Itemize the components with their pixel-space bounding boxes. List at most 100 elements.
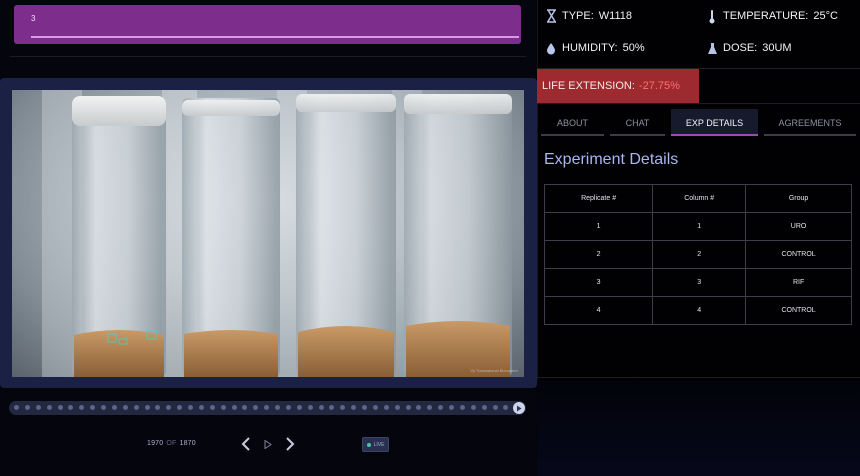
type-label: TYPE:	[562, 10, 594, 22]
details-panel: TYPE: W1118 TEMPERATURE: 25°C HUMIDITY: …	[537, 0, 860, 476]
dose-stat: DOSE: 30UM	[706, 41, 792, 55]
next-frame-button[interactable]	[280, 434, 300, 454]
timeline-dot[interactable]	[481, 405, 487, 410]
timeline-dot[interactable]	[46, 405, 52, 410]
table-cell: 4	[543, 296, 654, 325]
table-header-row: Replicate # Column # Group	[543, 184, 852, 213]
play-button[interactable]	[258, 434, 278, 454]
table-cell: 4	[652, 296, 747, 325]
timeline-dot[interactable]	[264, 405, 270, 410]
timeline-dot[interactable]	[394, 405, 400, 410]
table-cell: CONTROL	[745, 296, 852, 325]
table-row: 4 4 CONTROL	[543, 296, 852, 325]
timeline-dot[interactable]	[285, 405, 291, 410]
timeline-dot[interactable]	[275, 405, 280, 410]
table-row: 1 1 URO	[543, 212, 852, 241]
flask-icon	[706, 41, 718, 55]
table-row: 2 2 CONTROL	[543, 240, 852, 269]
timeline-dot[interactable]	[231, 405, 237, 410]
timeline-dot[interactable]	[57, 405, 63, 410]
tab-exp-details[interactable]: EXP DETAILS	[671, 109, 758, 136]
video-frame[interactable]: Vy Translational Biomarker	[12, 90, 524, 377]
table-cell: 3	[543, 268, 654, 297]
chevron-left-icon	[241, 437, 250, 451]
timeline-dot[interactable]	[35, 405, 41, 410]
tab-chat[interactable]: CHAT	[610, 109, 665, 136]
timeline-dot[interactable]	[503, 405, 509, 410]
temperature-value: 25°C	[813, 10, 838, 22]
tab-underline	[764, 134, 856, 136]
type-stat: TYPE: W1118	[545, 9, 632, 23]
timeline-dots	[14, 405, 509, 411]
life-extension-badge: LIFE EXTENSION: -27.75%	[537, 69, 699, 103]
timeline-dot[interactable]	[220, 405, 226, 410]
vials-image	[12, 90, 524, 377]
timeline-dot[interactable]	[198, 405, 204, 410]
timeline-dot[interactable]	[144, 405, 150, 410]
timeline-dot[interactable]	[111, 405, 117, 410]
timeline-dot[interactable]	[90, 405, 96, 410]
timeline-dot[interactable]	[372, 405, 378, 410]
timeline-dot[interactable]	[253, 405, 259, 410]
timeline-dot[interactable]	[383, 405, 389, 410]
experiment-table: Replicate # Column # Group 1 1 URO 2 2 C…	[543, 184, 852, 325]
timeline-dot[interactable]	[68, 405, 74, 410]
timeline-scrubber[interactable]	[9, 401, 526, 415]
timeline-dot[interactable]	[155, 405, 161, 410]
replicate-slider-track[interactable]	[31, 36, 519, 38]
play-icon	[264, 439, 272, 449]
timeline-dot[interactable]	[24, 405, 30, 410]
timeline-dot[interactable]	[242, 405, 248, 410]
previous-frame-button[interactable]	[236, 434, 256, 454]
column-header: Group	[745, 184, 852, 213]
timeline-dot[interactable]	[307, 405, 313, 410]
timeline-dot[interactable]	[438, 405, 444, 410]
table-cell: CONTROL	[745, 240, 852, 269]
timeline-dot[interactable]	[122, 405, 128, 410]
live-button[interactable]: LIVE	[362, 437, 389, 452]
timeline-dot[interactable]	[296, 405, 302, 410]
timeline-dot[interactable]	[362, 405, 367, 410]
timeline-dot[interactable]	[177, 405, 183, 410]
timeline-dot[interactable]	[166, 405, 172, 410]
humidity-label: HUMIDITY:	[562, 42, 618, 54]
timeline-play-button[interactable]	[513, 402, 525, 414]
timeline-dot[interactable]	[351, 405, 357, 410]
timeline-dot[interactable]	[449, 405, 454, 410]
timeline-dot[interactable]	[318, 405, 324, 410]
table-cell: 3	[652, 268, 747, 297]
timeline-dot[interactable]	[459, 405, 465, 410]
timeline-dot[interactable]	[14, 405, 19, 410]
tab-about[interactable]: ABOUT	[541, 109, 604, 136]
table-cell: URO	[745, 212, 852, 241]
timeline-dot[interactable]	[416, 405, 422, 410]
section-title: Experiment Details	[544, 151, 679, 168]
table-cell: RIF	[745, 268, 852, 297]
timeline-dot[interactable]	[101, 405, 106, 410]
frame-counter: 1970 OF 1870	[147, 440, 196, 447]
replicate-selector[interactable]: 3	[14, 5, 521, 44]
timeline-dot[interactable]	[405, 405, 411, 410]
frame-of-label: OF	[166, 440, 177, 447]
temperature-label: TEMPERATURE:	[723, 10, 809, 22]
timeline-dot[interactable]	[79, 405, 85, 410]
tab-agreements[interactable]: AGREEMENTS	[764, 109, 856, 136]
dose-label: DOSE:	[723, 42, 758, 54]
life-extension-label: LIFE EXTENSION:	[542, 80, 635, 92]
timeline-dot[interactable]	[188, 405, 193, 410]
tab-agreements-label: AGREEMENTS	[778, 117, 842, 128]
droplet-icon	[545, 41, 557, 55]
timeline-dot[interactable]	[427, 405, 433, 410]
timeline-dot[interactable]	[492, 405, 498, 410]
tab-underline	[541, 134, 604, 136]
hourglass-icon	[545, 9, 557, 23]
divider	[537, 103, 860, 104]
temperature-stat: TEMPERATURE: 25°C	[706, 9, 838, 23]
timeline-dot[interactable]	[470, 405, 476, 410]
timeline-dot[interactable]	[133, 405, 139, 410]
timeline-dot[interactable]	[209, 405, 215, 410]
tab-underline	[610, 134, 665, 136]
timeline-dot[interactable]	[340, 405, 346, 410]
play-icon	[517, 405, 522, 411]
timeline-dot[interactable]	[329, 405, 335, 410]
